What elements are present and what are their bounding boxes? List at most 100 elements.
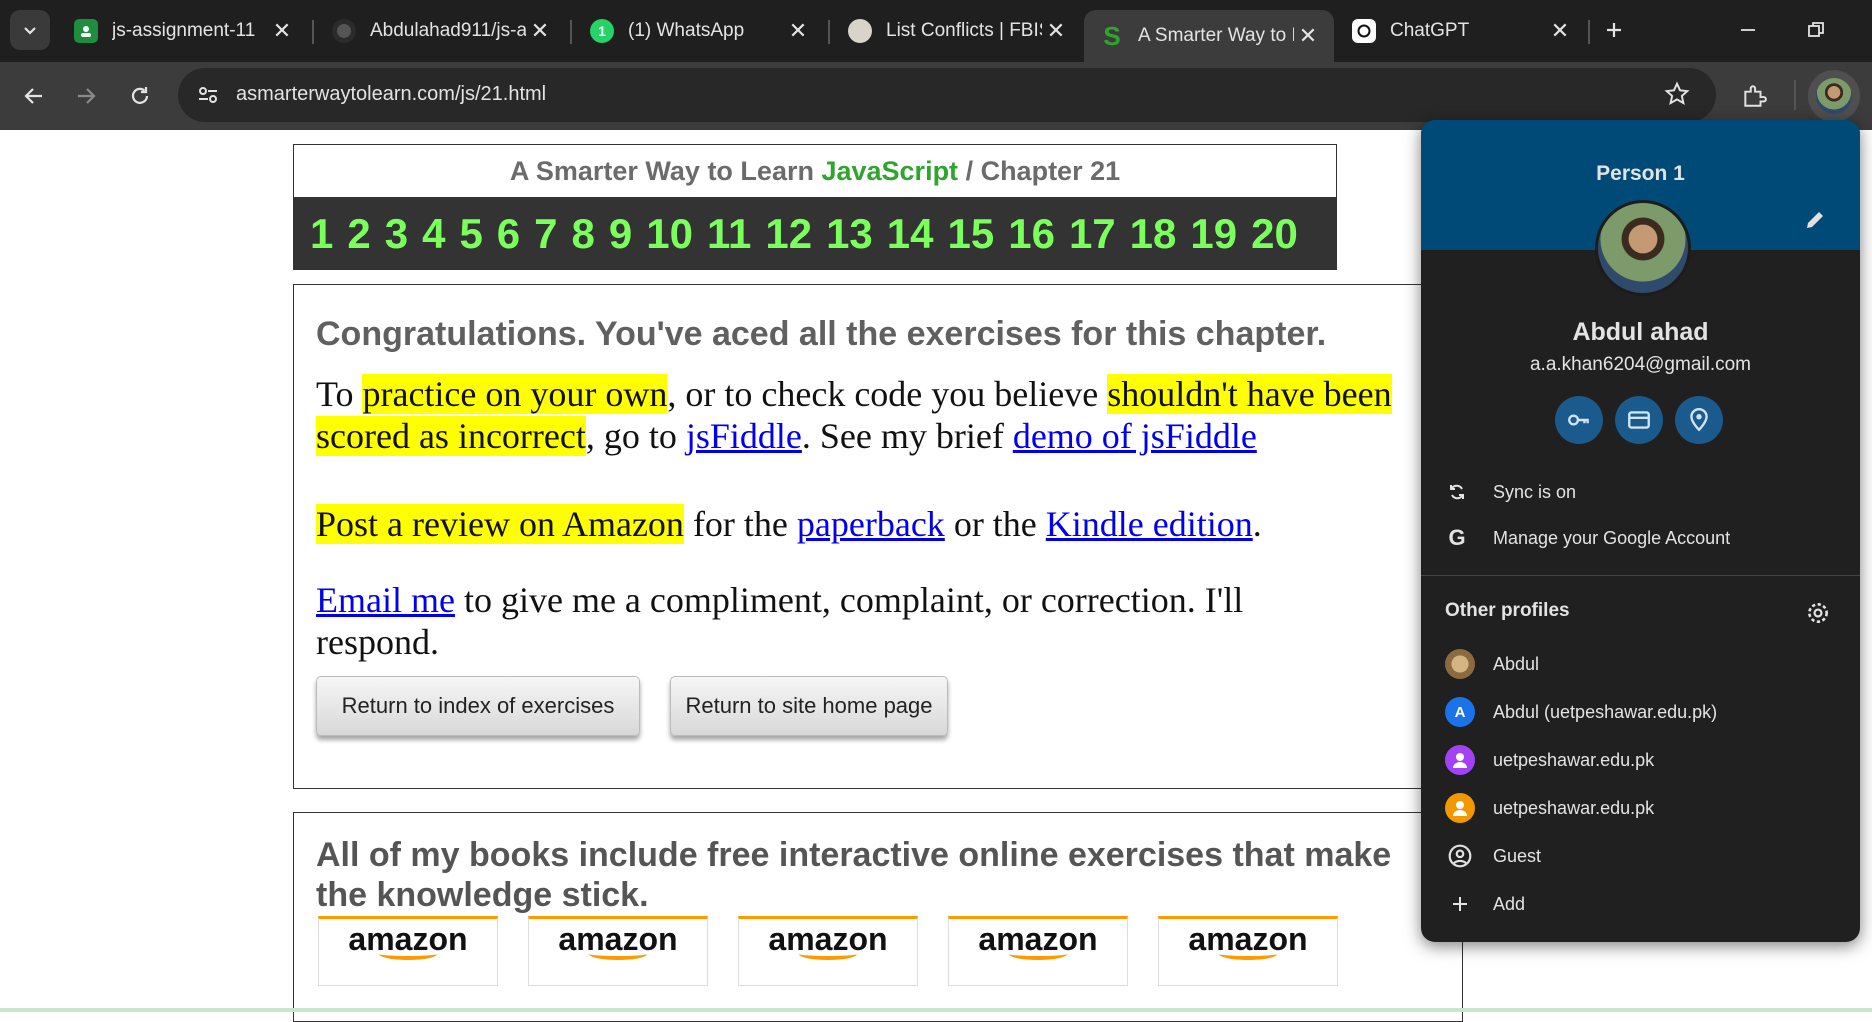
site-settings-icon[interactable]: [196, 83, 220, 112]
profile-item-uet-orange[interactable]: uetpeshawar.edu.pk: [1421, 786, 1860, 830]
address-bar[interactable]: asmarterwaytolearn.com/js/21.html: [178, 68, 1716, 122]
close-icon[interactable]: ✕: [268, 17, 296, 45]
addresses-button[interactable]: [1675, 396, 1723, 444]
congrats-heading: Congratulations. You've aced all the exe…: [316, 315, 1327, 353]
close-icon[interactable]: ✕: [1546, 17, 1574, 45]
chapter-link[interactable]: 18: [1130, 210, 1177, 258]
profile-item-uet-purple[interactable]: uetpeshawar.edu.pk: [1421, 738, 1860, 782]
payment-methods-button[interactable]: [1615, 396, 1663, 444]
github-icon: [332, 19, 356, 43]
chapter-link[interactable]: 5: [459, 210, 482, 258]
text: , go to: [585, 416, 686, 456]
bookmark-star-icon[interactable]: [1664, 81, 1690, 112]
gear-icon[interactable]: [1805, 600, 1831, 626]
tab-search-button[interactable]: [10, 10, 50, 50]
photo-avatar: [1445, 649, 1475, 679]
page-bottom-edge: [0, 1008, 1872, 1012]
google-icon: G: [1448, 525, 1466, 550]
tab-divider: [570, 20, 572, 44]
sync-status-row[interactable]: Sync is on: [1421, 470, 1860, 514]
profile-avatar: [1595, 200, 1691, 296]
chapter-link[interactable]: 9: [609, 210, 632, 258]
demo-jsfiddle-link[interactable]: demo of jsFiddle: [1013, 416, 1257, 456]
chapter-link[interactable]: 17: [1069, 210, 1116, 258]
reload-button[interactable]: [120, 76, 160, 116]
arrow-right-icon: [78, 88, 96, 104]
profile-button[interactable]: [1808, 70, 1860, 122]
credit-card-icon: [1628, 411, 1650, 429]
chapter-link[interactable]: 4: [422, 210, 445, 258]
new-tab-button[interactable]: [1594, 10, 1634, 50]
text: .: [1252, 504, 1262, 544]
extensions-button[interactable]: [1734, 76, 1774, 116]
paperback-link[interactable]: paperback: [797, 504, 945, 544]
person-avatar: [1445, 793, 1475, 823]
restore-button[interactable]: [1796, 10, 1836, 50]
close-icon[interactable]: ✕: [1294, 22, 1322, 50]
highlight: Post a review on Amazon: [316, 504, 684, 544]
guest-label: Guest: [1493, 845, 1542, 866]
chapter-link[interactable]: 3: [385, 210, 408, 258]
chapter-link[interactable]: 1: [310, 210, 333, 258]
chapter-link[interactable]: 7: [534, 210, 557, 258]
close-icon[interactable]: ✕: [784, 17, 812, 45]
profile-item-abdul-uet[interactable]: A Abdul (uetpeshawar.edu.pk): [1421, 690, 1860, 734]
highlight: practice on your own: [362, 374, 668, 414]
avatar: [1816, 78, 1852, 114]
profile-name: Abdul ahad: [1572, 318, 1709, 346]
chapter-link[interactable]: 8: [572, 210, 595, 258]
return-home-button[interactable]: Return to site home page: [670, 676, 948, 736]
amazon-book-link[interactable]: amazon: [738, 916, 918, 986]
chapter-link[interactable]: 10: [646, 210, 693, 258]
practice-paragraph: To practice on your own, or to check cod…: [316, 373, 1456, 457]
add-label: Add: [1493, 893, 1526, 914]
other-profiles-heading: Other profiles: [1445, 600, 1570, 621]
manage-account-row[interactable]: G Manage your Google Account: [1421, 516, 1860, 560]
tab-fbis[interactable]: List Conflicts | FBIS ✕: [832, 10, 1082, 52]
kindle-link[interactable]: Kindle edition: [1046, 504, 1253, 544]
jsfiddle-link[interactable]: jsFiddle: [686, 416, 802, 456]
profile-label: uetpeshawar.edu.pk: [1493, 749, 1655, 770]
forward-button[interactable]: [66, 76, 106, 116]
chapter-link[interactable]: 19: [1190, 210, 1237, 258]
text: to give me a compliment, complaint, or c…: [316, 580, 1244, 662]
chapter-link[interactable]: 6: [497, 210, 520, 258]
guest-profile-row[interactable]: Guest: [1421, 834, 1860, 878]
close-icon[interactable]: ✕: [526, 17, 554, 45]
whatsapp-icon: 1: [590, 19, 614, 43]
amazon-book-link[interactable]: amazon: [318, 916, 498, 986]
edit-pencil-icon[interactable]: [1803, 208, 1833, 238]
tab-title: js-assignment-11: [112, 20, 256, 41]
profile-title: Person 1: [1596, 162, 1685, 185]
chapter-link[interactable]: 11: [707, 210, 751, 258]
tab-js-assignment[interactable]: js-assignment-11 ✕: [58, 10, 308, 52]
key-icon: [1568, 414, 1589, 426]
close-icon[interactable]: ✕: [1042, 17, 1070, 45]
tab-github[interactable]: Abdulahad911/js-a ✕: [316, 10, 566, 52]
back-button[interactable]: [14, 76, 54, 116]
chapter-link[interactable]: 20: [1251, 210, 1298, 258]
chapter-link[interactable]: 14: [887, 210, 934, 258]
chapter-header: A Smarter Way to Learn JavaScript / Chap…: [293, 144, 1337, 270]
url-text: asmarterwaytolearn.com/js/21.html: [236, 83, 547, 105]
text: . See my brief: [801, 416, 1013, 456]
add-profile-row[interactable]: Add: [1421, 882, 1860, 926]
amazon-book-link[interactable]: amazon: [948, 916, 1128, 986]
return-index-button[interactable]: Return to index of exercises: [316, 676, 640, 736]
chapter-link[interactable]: 15: [948, 210, 995, 258]
minimize-button[interactable]: [1728, 10, 1768, 50]
amazon-book-link[interactable]: amazon: [1158, 916, 1338, 986]
amazon-logo: amazon: [348, 921, 468, 957]
chapter-link[interactable]: 13: [826, 210, 873, 258]
chapter-link[interactable]: 2: [347, 210, 370, 258]
tab-smarterway-active[interactable]: S A Smarter Way to L ✕: [1084, 10, 1334, 62]
passwords-button[interactable]: [1555, 396, 1603, 444]
profile-item-abdul[interactable]: Abdul: [1421, 642, 1860, 686]
chapter-nav: 1 2 3 4 5 6 7 8 9 10 11 12 13 14 15 16 17 18 19 20: [294, 197, 1336, 270]
tab-chatgpt[interactable]: ChatGPT ✕: [1336, 10, 1586, 52]
email-link[interactable]: Email me: [316, 580, 455, 620]
chapter-link[interactable]: 12: [765, 210, 812, 258]
tab-whatsapp[interactable]: 1 (1) WhatsApp ✕: [574, 10, 824, 52]
amazon-book-link[interactable]: amazon: [528, 916, 708, 986]
chapter-link[interactable]: 16: [1008, 210, 1055, 258]
